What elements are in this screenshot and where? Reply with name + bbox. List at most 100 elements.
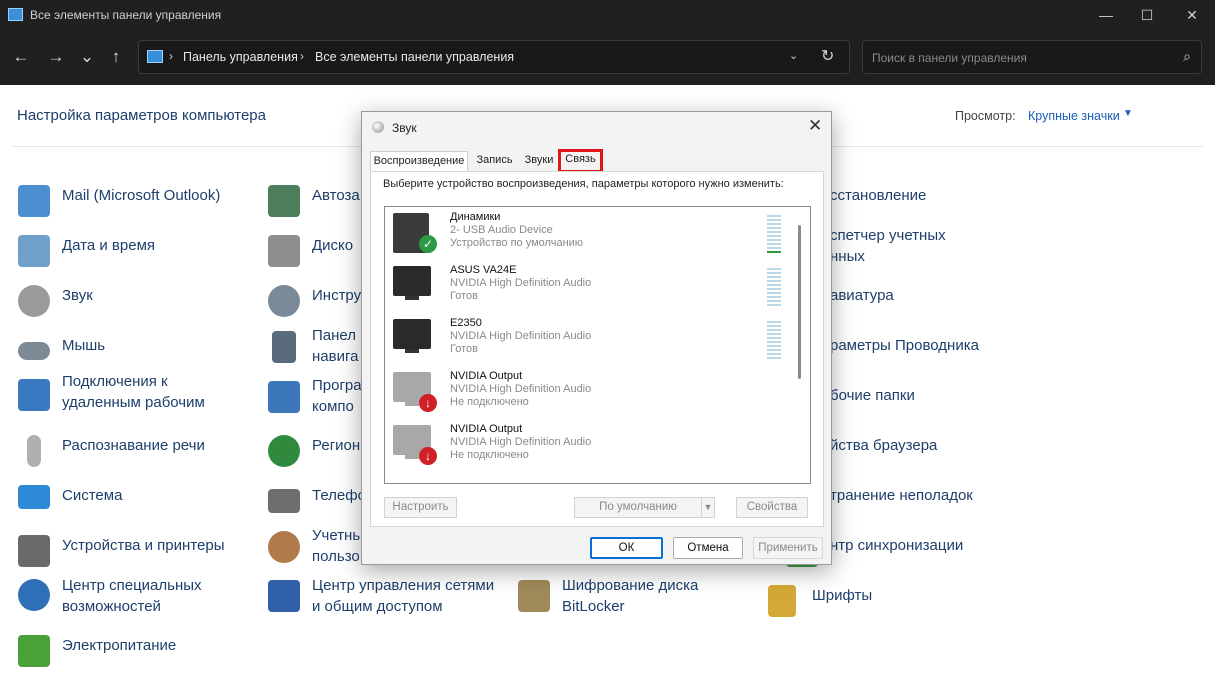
disconnected-badge: ↓ — [419, 447, 437, 465]
cp-item-label: спетчер учетных — [830, 227, 946, 244]
cp-item-label: Телефо — [312, 487, 366, 504]
search-placeholder: Поиск в панели управления — [872, 51, 1027, 65]
remote-desktop-icon — [18, 379, 50, 411]
device-status: Устройство по умолчанию — [450, 237, 584, 249]
breadcrumb-separator: › — [300, 49, 304, 63]
control-panel-icon — [8, 8, 23, 21]
cp-item-label: навига — [312, 348, 359, 365]
printer-icon — [18, 535, 50, 567]
cp-item-label: раметры Проводника — [830, 337, 979, 354]
microphone-icon — [27, 435, 41, 467]
instruction-text: Выберите устройство воспроизведения, пар… — [383, 178, 784, 190]
disconnected-badge: ↓ — [419, 394, 437, 412]
volume-meter — [767, 215, 781, 255]
device-status: Не подключено — [450, 396, 529, 408]
monitor-icon — [393, 319, 431, 349]
monitor-stand — [405, 455, 419, 459]
address-dropdown-icon[interactable]: ⌄ — [789, 49, 798, 62]
maximize-button[interactable]: ☐ — [1124, 0, 1170, 30]
power-icon — [18, 635, 50, 667]
cp-item-label: Центр управления сетями — [312, 577, 495, 594]
tab-sounds[interactable]: Звуки — [519, 151, 559, 172]
tab-recording[interactable]: Запись — [472, 151, 517, 172]
cp-item-label: пользо — [312, 548, 360, 565]
monitor-icon — [393, 266, 431, 296]
device-row[interactable]: ASUS VA24E NVIDIA High Definition Audio … — [385, 260, 795, 313]
dialog-close-button[interactable]: ✕ — [808, 116, 822, 136]
device-name: ASUS VA24E — [450, 264, 517, 276]
set-default-dropdown-icon[interactable]: ▼ — [701, 497, 715, 518]
window-title: Все элементы панели управления — [30, 8, 222, 22]
cp-item-label: Автоза — [312, 187, 360, 204]
device-row[interactable]: ✓ Динамики 2- USB Audio Device Устройств… — [385, 207, 795, 260]
recent-locations-button[interactable]: ⌄ — [73, 44, 101, 70]
cp-item-label: Програ — [312, 377, 362, 394]
default-check-badge: ✓ — [419, 235, 437, 253]
cp-item-label: Дата и время — [62, 237, 156, 254]
cp-item-label: возможностей — [62, 598, 161, 615]
tab-communications[interactable]: Связь — [558, 149, 603, 173]
up-button[interactable]: ↑ — [102, 44, 130, 70]
storage-icon — [268, 235, 300, 267]
speaker-icon — [372, 121, 384, 133]
device-name: NVIDIA Output — [450, 423, 523, 435]
cp-item-label: йства браузера — [830, 437, 938, 454]
view-mode-dropdown[interactable]: Крупные значки — [1028, 109, 1120, 123]
apply-button[interactable]: Применить — [753, 537, 823, 559]
cp-item-label: Шрифты — [812, 587, 873, 604]
device-status: Готов — [450, 290, 478, 302]
cp-item-label: Панел — [312, 327, 357, 344]
cp-item-label: Мышь — [62, 337, 106, 354]
cp-item-label: Шифрование диска — [562, 577, 699, 594]
search-box[interactable]: Поиск в панели управления ⌕ — [862, 40, 1202, 74]
minimize-button[interactable]: — — [1083, 0, 1129, 30]
monitor-stand — [405, 349, 419, 353]
configure-button[interactable]: Настроить — [384, 497, 457, 518]
cp-item-label: авиатура — [830, 287, 894, 304]
device-description: NVIDIA High Definition Audio — [450, 436, 592, 448]
cp-item-label: бочие папки — [830, 387, 915, 404]
mouse-icon — [18, 342, 50, 360]
breadcrumb-all-items[interactable]: Все элементы панели управления — [315, 50, 514, 64]
playback-device-list[interactable]: ✓ Динамики 2- USB Audio Device Устройств… — [384, 206, 811, 484]
phone-icon — [268, 489, 300, 513]
cp-item-label: сстановление — [830, 187, 927, 204]
playback-panel: Выберите устройство воспроизведения, пар… — [370, 171, 824, 527]
forward-button[interactable]: → — [42, 44, 70, 70]
monitor-stand — [405, 296, 419, 300]
volume-meter — [767, 268, 781, 308]
globe-icon — [268, 435, 300, 467]
close-button[interactable]: ✕ — [1169, 0, 1215, 30]
programs-icon — [268, 381, 300, 413]
cp-item-label: Диско — [312, 237, 354, 254]
breadcrumb-control-panel[interactable]: Панель управления — [183, 50, 298, 64]
speaker-icon — [18, 285, 50, 317]
cancel-button[interactable]: Отмена — [673, 537, 743, 559]
mail-icon — [18, 185, 50, 217]
device-row[interactable]: ↓ NVIDIA Output NVIDIA High Definition A… — [385, 366, 795, 419]
device-row[interactable]: ↓ NVIDIA Output NVIDIA High Definition A… — [385, 419, 795, 472]
refresh-icon[interactable]: ↻ — [821, 46, 834, 66]
navigation-bar: ← → ⌄ ↑ › Панель управления › Все элемен… — [0, 30, 1215, 85]
back-button[interactable]: ← — [7, 44, 35, 70]
cp-item-label: Подключения к — [62, 373, 168, 390]
page-title: Настройка параметров компьютера — [17, 107, 266, 124]
cp-item-label: компо — [312, 398, 354, 415]
device-row[interactable]: E2350 NVIDIA High Definition Audio Готов — [385, 313, 795, 366]
device-name: E2350 — [450, 317, 482, 329]
tools-icon — [268, 285, 300, 317]
chevron-down-icon[interactable]: ▼ — [1123, 108, 1133, 119]
cp-item-label: и общим доступом — [312, 598, 443, 615]
address-bar[interactable]: › Панель управления › Все элементы панел… — [138, 40, 850, 74]
ok-button[interactable]: ОК — [590, 537, 663, 559]
autoplay-icon — [268, 185, 300, 217]
tab-playback[interactable]: Воспроизведение — [370, 151, 468, 173]
properties-button[interactable]: Свойства — [736, 497, 808, 518]
cp-item-label: Звук — [62, 287, 93, 304]
cp-item-label: Центр специальных — [62, 577, 202, 594]
device-list-scrollbar[interactable] — [798, 225, 801, 379]
set-default-button[interactable]: По умолчанию — [574, 497, 702, 518]
control-panel-icon — [147, 50, 163, 63]
device-name: Динамики — [450, 211, 501, 223]
device-status: Не подключено — [450, 449, 529, 461]
